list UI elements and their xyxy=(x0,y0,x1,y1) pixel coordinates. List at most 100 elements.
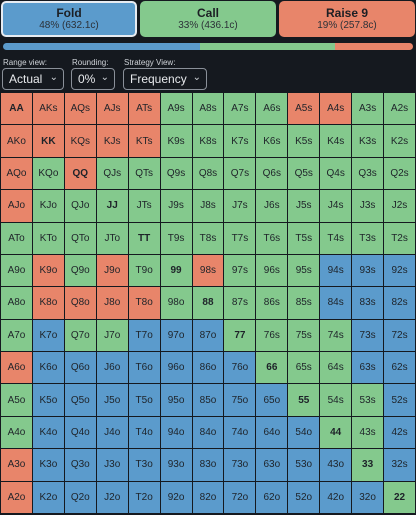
hand-cell[interactable]: 32o xyxy=(352,481,384,513)
hand-cell[interactable]: Q6s xyxy=(256,157,288,190)
hand-cell[interactable]: K2s xyxy=(384,125,415,157)
hand-cell[interactable]: J6o xyxy=(96,352,128,384)
hand-cell[interactable]: A9s xyxy=(160,93,192,125)
hand-cell[interactable]: J3o xyxy=(96,449,128,481)
hand-cell[interactable]: 84s xyxy=(320,287,352,319)
hand-cell[interactable]: 33 xyxy=(352,449,384,481)
hand-cell[interactable]: 22 xyxy=(384,481,415,513)
hand-cell[interactable]: T8s xyxy=(192,222,224,254)
hand-cell[interactable]: KJo xyxy=(32,190,64,222)
fold-action-button[interactable]: Fold 48% (632.1c) xyxy=(1,1,137,37)
hand-cell[interactable]: Q9s xyxy=(160,157,192,190)
hand-cell[interactable]: K3s xyxy=(352,125,384,157)
hand-cell[interactable]: Q3o xyxy=(64,449,96,481)
hand-cell[interactable]: QTo xyxy=(64,222,96,254)
hand-cell[interactable]: KTo xyxy=(32,222,64,254)
hand-cell[interactable]: 95o xyxy=(160,384,192,416)
hand-cell[interactable]: JTo xyxy=(96,222,128,254)
hand-cell[interactable]: K2o xyxy=(32,481,64,513)
hand-cell[interactable]: Q5o xyxy=(64,384,96,416)
hand-cell[interactable]: Q4o xyxy=(64,416,96,449)
hand-cell[interactable]: 85s xyxy=(288,287,320,319)
hand-cell[interactable]: A7s xyxy=(224,93,256,125)
hand-cell[interactable]: 73s xyxy=(352,319,384,352)
hand-cell[interactable]: J3s xyxy=(352,190,384,222)
hand-cell[interactable]: TT xyxy=(128,222,160,254)
hand-cell[interactable]: 66 xyxy=(256,352,288,384)
hand-cell[interactable]: 65s xyxy=(288,352,320,384)
hand-cell[interactable]: T8o xyxy=(128,287,160,319)
hand-cell[interactable]: 98s xyxy=(192,254,224,287)
hand-cell[interactable]: K6o xyxy=(32,352,64,384)
hand-cell[interactable]: A7o xyxy=(1,319,32,352)
hand-cell[interactable]: Q8s xyxy=(192,157,224,190)
hand-cell[interactable]: 65o xyxy=(256,384,288,416)
hand-cell[interactable]: KTs xyxy=(128,125,160,157)
hand-cell[interactable]: K8s xyxy=(192,125,224,157)
hand-cell[interactable]: AKo xyxy=(1,125,32,157)
hand-cell[interactable]: 96o xyxy=(160,352,192,384)
hand-cell[interactable]: Q8o xyxy=(64,287,96,319)
hand-cell[interactable]: A3o xyxy=(1,449,32,481)
hand-cell[interactable]: K7o xyxy=(32,319,64,352)
hand-cell[interactable]: J5s xyxy=(288,190,320,222)
hand-cell[interactable]: QJo xyxy=(64,190,96,222)
hand-cell[interactable]: T7s xyxy=(224,222,256,254)
hand-cell[interactable]: J6s xyxy=(256,190,288,222)
hand-cell[interactable]: 44 xyxy=(320,416,352,449)
hand-cell[interactable]: Q4s xyxy=(320,157,352,190)
hand-cell[interactable]: K3o xyxy=(32,449,64,481)
hand-cell[interactable]: 43o xyxy=(320,449,352,481)
hand-cell[interactable]: JTs xyxy=(128,190,160,222)
hand-cell[interactable]: 64o xyxy=(256,416,288,449)
hand-cell[interactable]: J4s xyxy=(320,190,352,222)
hand-cell[interactable]: T5s xyxy=(288,222,320,254)
hand-cell[interactable]: 76o xyxy=(224,352,256,384)
hand-cell[interactable]: 54o xyxy=(288,416,320,449)
hand-cell[interactable]: 72o xyxy=(224,481,256,513)
hand-cell[interactable]: K5o xyxy=(32,384,64,416)
hand-cell[interactable]: J8s xyxy=(192,190,224,222)
hand-cell[interactable]: 85o xyxy=(192,384,224,416)
hand-cell[interactable]: ATo xyxy=(1,222,32,254)
hand-cell[interactable]: 97s xyxy=(224,254,256,287)
hand-cell[interactable]: 76s xyxy=(256,319,288,352)
hand-cell[interactable]: 94o xyxy=(160,416,192,449)
hand-cell[interactable]: T4o xyxy=(128,416,160,449)
hand-cell[interactable]: AJs xyxy=(96,93,128,125)
hand-cell[interactable]: 97o xyxy=(160,319,192,352)
hand-cell[interactable]: 92s xyxy=(384,254,415,287)
hand-cell[interactable]: 53s xyxy=(352,384,384,416)
hand-cell[interactable]: 82o xyxy=(192,481,224,513)
hand-cell[interactable]: A2o xyxy=(1,481,32,513)
hand-cell[interactable]: T2s xyxy=(384,222,415,254)
hand-cell[interactable]: T7o xyxy=(128,319,160,352)
hand-cell[interactable]: 74o xyxy=(224,416,256,449)
hand-cell[interactable]: 99 xyxy=(160,254,192,287)
hand-cell[interactable]: 77 xyxy=(224,319,256,352)
hand-cell[interactable]: A9o xyxy=(1,254,32,287)
hand-cell[interactable]: AQs xyxy=(64,93,96,125)
hand-cell[interactable]: JJ xyxy=(96,190,128,222)
hand-cell[interactable]: 52o xyxy=(288,481,320,513)
hand-cell[interactable]: K9o xyxy=(32,254,64,287)
hand-cell[interactable]: 72s xyxy=(384,319,415,352)
raise-action-button[interactable]: Raise 9 19% (257.8c) xyxy=(279,1,415,37)
hand-cell[interactable]: 87o xyxy=(192,319,224,352)
hand-cell[interactable]: 83o xyxy=(192,449,224,481)
hand-cell[interactable]: QJs xyxy=(96,157,128,190)
hand-cell[interactable]: J7s xyxy=(224,190,256,222)
hand-cell[interactable]: 98o xyxy=(160,287,192,319)
hand-cell[interactable]: J9s xyxy=(160,190,192,222)
hand-cell[interactable]: K4o xyxy=(32,416,64,449)
hand-cell[interactable]: 95s xyxy=(288,254,320,287)
hand-cell[interactable]: Q5s xyxy=(288,157,320,190)
hand-cell[interactable]: A3s xyxy=(352,93,384,125)
hand-cell[interactable]: J9o xyxy=(96,254,128,287)
hand-cell[interactable]: AJo xyxy=(1,190,32,222)
call-action-button[interactable]: Call 33% (436.1c) xyxy=(140,1,276,37)
hand-cell[interactable]: 86s xyxy=(256,287,288,319)
hand-cell[interactable]: AA xyxy=(1,93,32,125)
hand-cell[interactable]: 75s xyxy=(288,319,320,352)
hand-cell[interactable]: KQo xyxy=(32,157,64,190)
